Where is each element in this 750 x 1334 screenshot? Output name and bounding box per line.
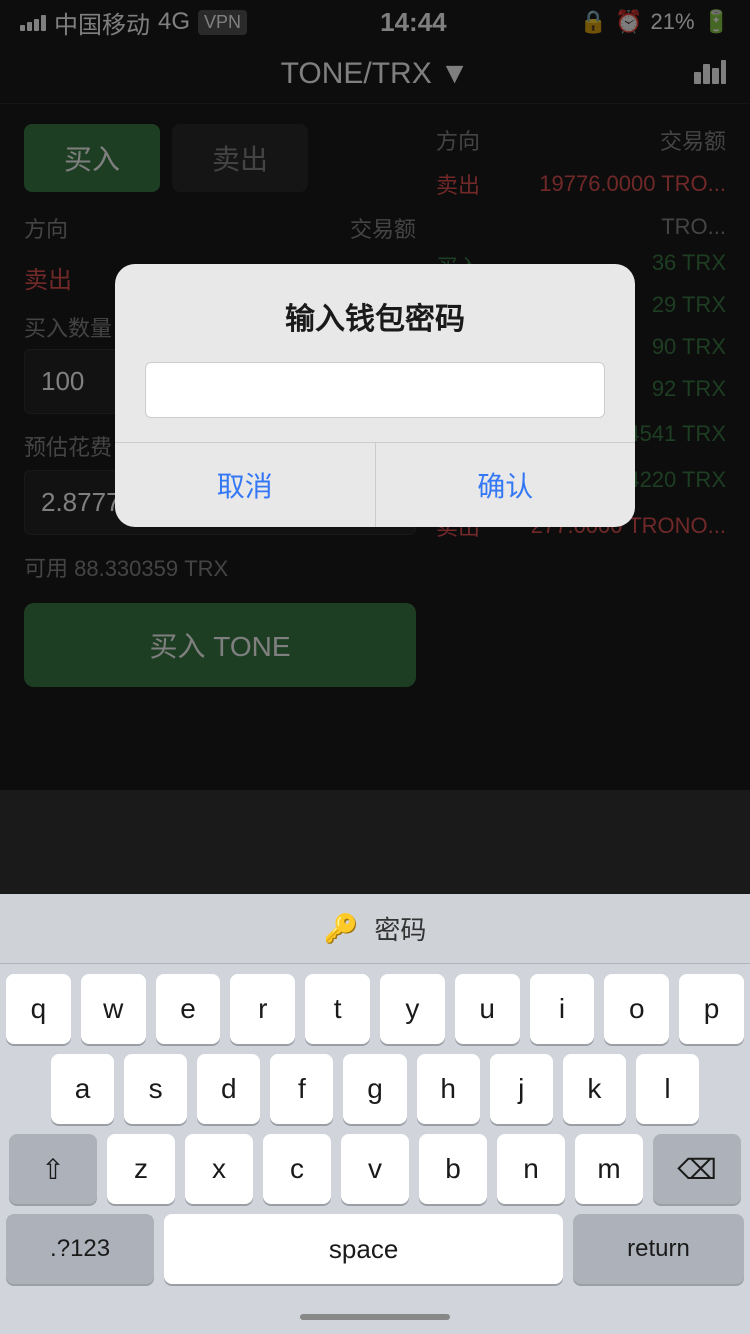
key-x[interactable]: x xyxy=(185,1134,253,1204)
num-key[interactable]: .?123 xyxy=(6,1214,154,1284)
key-a[interactable]: a xyxy=(51,1054,114,1124)
home-indicator xyxy=(300,1314,450,1320)
keyboard-rows: q w e r t y u i o p a s d f g h j k l ⇧ xyxy=(0,964,750,1300)
key-l[interactable]: l xyxy=(636,1054,699,1124)
key-b[interactable]: b xyxy=(419,1134,487,1204)
key-n[interactable]: n xyxy=(497,1134,565,1204)
key-icon: 🔑 xyxy=(324,912,359,945)
key-i[interactable]: i xyxy=(530,974,595,1044)
key-row-2: a s d f g h j k l xyxy=(6,1054,744,1124)
key-row-3: ⇧ z x c v b n m ⌫ xyxy=(6,1134,744,1204)
modal-buttons: 取消 确认 xyxy=(115,442,635,527)
key-e[interactable]: e xyxy=(156,974,221,1044)
key-w[interactable]: w xyxy=(81,974,146,1044)
key-q[interactable]: q xyxy=(6,974,71,1044)
key-c[interactable]: c xyxy=(263,1134,331,1204)
keyboard-toolbar-label: 密码 xyxy=(374,910,426,947)
key-r[interactable]: r xyxy=(230,974,295,1044)
key-y[interactable]: y xyxy=(380,974,445,1044)
key-z[interactable]: z xyxy=(107,1134,175,1204)
modal-overlay: 输入钱包密码 取消 确认 xyxy=(0,0,750,790)
key-v[interactable]: v xyxy=(341,1134,409,1204)
cancel-button[interactable]: 取消 xyxy=(115,443,376,527)
password-input[interactable] xyxy=(145,362,605,418)
modal-title: 输入钱包密码 xyxy=(145,294,605,338)
key-h[interactable]: h xyxy=(417,1054,480,1124)
key-g[interactable]: g xyxy=(343,1054,406,1124)
key-f[interactable]: f xyxy=(270,1054,333,1124)
delete-key[interactable]: ⌫ xyxy=(653,1134,741,1204)
key-row-4: .?123 space return xyxy=(6,1214,744,1284)
key-row-1: q w e r t y u i o p xyxy=(6,974,744,1044)
key-s[interactable]: s xyxy=(124,1054,187,1124)
confirm-button[interactable]: 确认 xyxy=(376,443,636,527)
key-d[interactable]: d xyxy=(197,1054,260,1124)
key-k[interactable]: k xyxy=(563,1054,626,1124)
space-key[interactable]: space xyxy=(164,1214,563,1284)
keyboard-toolbar: 🔑 密码 xyxy=(0,894,750,964)
return-key[interactable]: return xyxy=(573,1214,744,1284)
keyboard-area: 🔑 密码 q w e r t y u i o p a s d f g h j k xyxy=(0,894,750,1334)
key-u[interactable]: u xyxy=(455,974,520,1044)
key-t[interactable]: t xyxy=(305,974,370,1044)
home-bar-area xyxy=(0,1300,750,1334)
shift-key[interactable]: ⇧ xyxy=(9,1134,97,1204)
key-p[interactable]: p xyxy=(679,974,744,1044)
key-o[interactable]: o xyxy=(604,974,669,1044)
password-modal: 输入钱包密码 取消 确认 xyxy=(115,264,635,527)
key-m[interactable]: m xyxy=(575,1134,643,1204)
key-j[interactable]: j xyxy=(490,1054,553,1124)
